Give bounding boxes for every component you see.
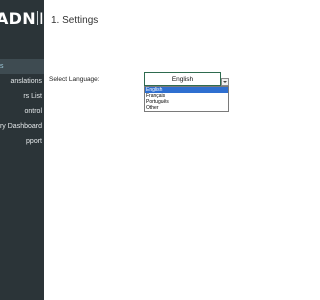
sidebar-nav: s anslations rs List ontrol ry Dashboard… — [0, 59, 44, 149]
main-content: 1. Settings Select Language: English Eng… — [44, 0, 300, 300]
sidebar-item-label: anslations — [10, 78, 42, 85]
brand-logo: ADNIA — [0, 9, 44, 31]
brand-logo-divider — [36, 11, 38, 25]
sidebar-item-label: ry Dashboard — [0, 123, 42, 130]
language-dropdown-list: English Français Português Other — [144, 86, 229, 112]
sidebar-item-label: rs List — [23, 93, 42, 100]
sidebar-item-label: s — [0, 63, 4, 70]
sidebar-item-users-list[interactable]: rs List — [0, 89, 44, 104]
language-select-value: English — [171, 76, 194, 83]
sidebar-item-translations[interactable]: anslations — [0, 74, 44, 89]
sidebar-item-label: ontrol — [24, 108, 42, 115]
sidebar-item-support[interactable]: pport — [0, 134, 44, 149]
language-option-other[interactable]: Other — [145, 105, 228, 111]
sidebar: ADNIA s anslations rs List ontrol ry Das… — [0, 0, 44, 300]
sidebar-item-control[interactable]: ontrol — [0, 104, 44, 119]
sidebar-item-label: pport — [26, 138, 42, 145]
chevron-down-icon — [223, 81, 227, 83]
sidebar-item-settings[interactable]: s — [0, 59, 44, 74]
page-title: 1. Settings — [51, 15, 99, 26]
language-dropdown-button[interactable] — [221, 78, 229, 86]
brand-logo-text-left: ADN — [0, 9, 36, 28]
language-select[interactable]: English — [144, 72, 221, 86]
language-label: Select Language: — [49, 76, 100, 83]
app-window: ADNIA s anslations rs List ontrol ry Das… — [0, 0, 300, 300]
sidebar-item-dashboard[interactable]: ry Dashboard — [0, 119, 44, 134]
